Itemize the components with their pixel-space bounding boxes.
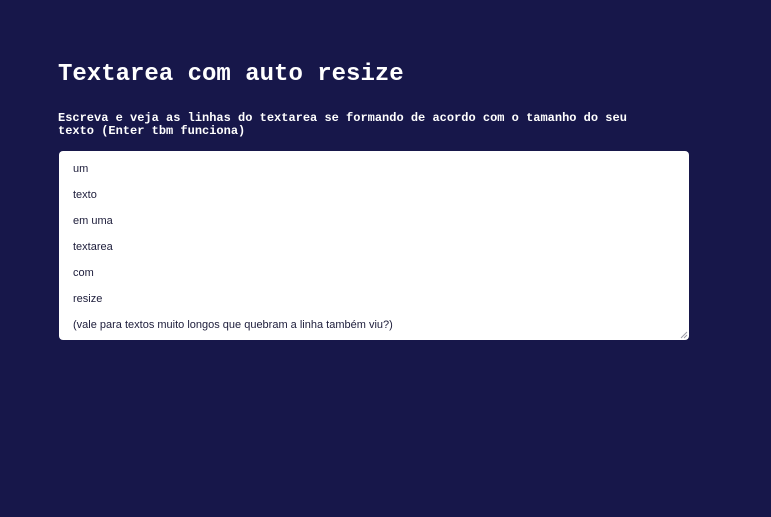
- textarea-line: um: [73, 163, 89, 175]
- resize-grip-icon[interactable]: [680, 331, 688, 339]
- textarea-line: em uma: [73, 215, 113, 227]
- textarea-line: resize: [73, 293, 103, 305]
- textarea-line: (vale para textos muito longos que quebr…: [73, 319, 393, 331]
- textarea-line: texto: [73, 189, 97, 201]
- page-title: Textarea com auto resize: [58, 61, 404, 88]
- textarea-line: textarea: [73, 241, 113, 253]
- auto-resize-textarea[interactable]: um texto em uma textarea com resize (val…: [59, 151, 689, 340]
- textarea-line: com: [73, 267, 94, 279]
- instructions-text: Escreva e veja as linhas do textarea se …: [58, 111, 627, 138]
